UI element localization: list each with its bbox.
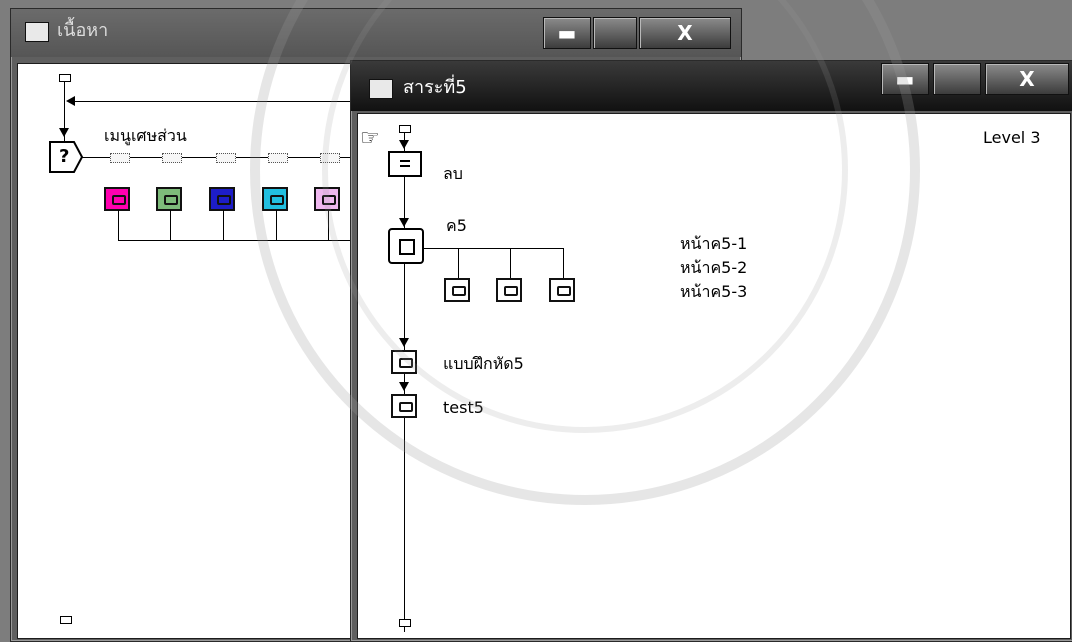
- erase-icon[interactable]: [388, 151, 422, 177]
- right-maximize-button[interactable]: [933, 63, 981, 95]
- page-icon-3[interactable]: [549, 278, 575, 302]
- level-indicator: Level 3: [983, 128, 1041, 147]
- content-icon: [25, 22, 49, 42]
- decision-symbol: ?: [59, 146, 70, 167]
- exercise-label: แบบฝึกหัด5: [443, 354, 524, 373]
- decision-label: เมนูเศษส่วน: [104, 126, 187, 145]
- branch-icon-2[interactable]: [156, 187, 182, 211]
- right-close-button[interactable]: X: [985, 63, 1069, 95]
- flow-end-marker: [60, 616, 72, 624]
- branch-icon-4[interactable]: [262, 187, 288, 211]
- content-icon: [369, 79, 393, 99]
- left-minimize-button[interactable]: ▬: [543, 17, 591, 49]
- hand-pointer-icon: ☞: [360, 126, 380, 151]
- page-icon-1[interactable]: [444, 278, 470, 302]
- flow-start-marker: [399, 125, 411, 133]
- test-icon[interactable]: [391, 394, 417, 418]
- window-right: สาระที่5 ▬ X Level 3 ☞ ลบ ค5 หน้าค5-1 หน…: [350, 60, 1072, 642]
- left-close-button[interactable]: X: [639, 17, 731, 49]
- exercise-icon[interactable]: [391, 350, 417, 374]
- right-window-title: สาระที่5: [403, 77, 467, 98]
- left-maximize-button[interactable]: [593, 17, 637, 49]
- page-label-3: หน้าค5-3: [680, 282, 748, 301]
- right-flow-canvas[interactable]: Level 3 ☞ ลบ ค5 หน้าค5-1 หน้าค5-2 หน้าค5…: [357, 113, 1071, 639]
- map-icon[interactable]: [388, 228, 424, 264]
- flow-start-marker: [59, 74, 71, 82]
- flow-end-marker: [399, 619, 411, 627]
- test-label: test5: [443, 398, 484, 417]
- left-window-title: เนื้อหา: [57, 20, 109, 41]
- erase-label: ลบ: [443, 164, 463, 183]
- branch-icon-1[interactable]: [104, 187, 130, 211]
- branch-icon-5[interactable]: [314, 187, 340, 211]
- map-label: ค5: [446, 216, 467, 235]
- branch-icon-3[interactable]: [209, 187, 235, 211]
- page-icon-2[interactable]: [496, 278, 522, 302]
- page-label-1: หน้าค5-1: [680, 234, 748, 253]
- right-minimize-button[interactable]: ▬: [881, 63, 929, 95]
- page-label-2: หน้าค5-2: [680, 258, 748, 277]
